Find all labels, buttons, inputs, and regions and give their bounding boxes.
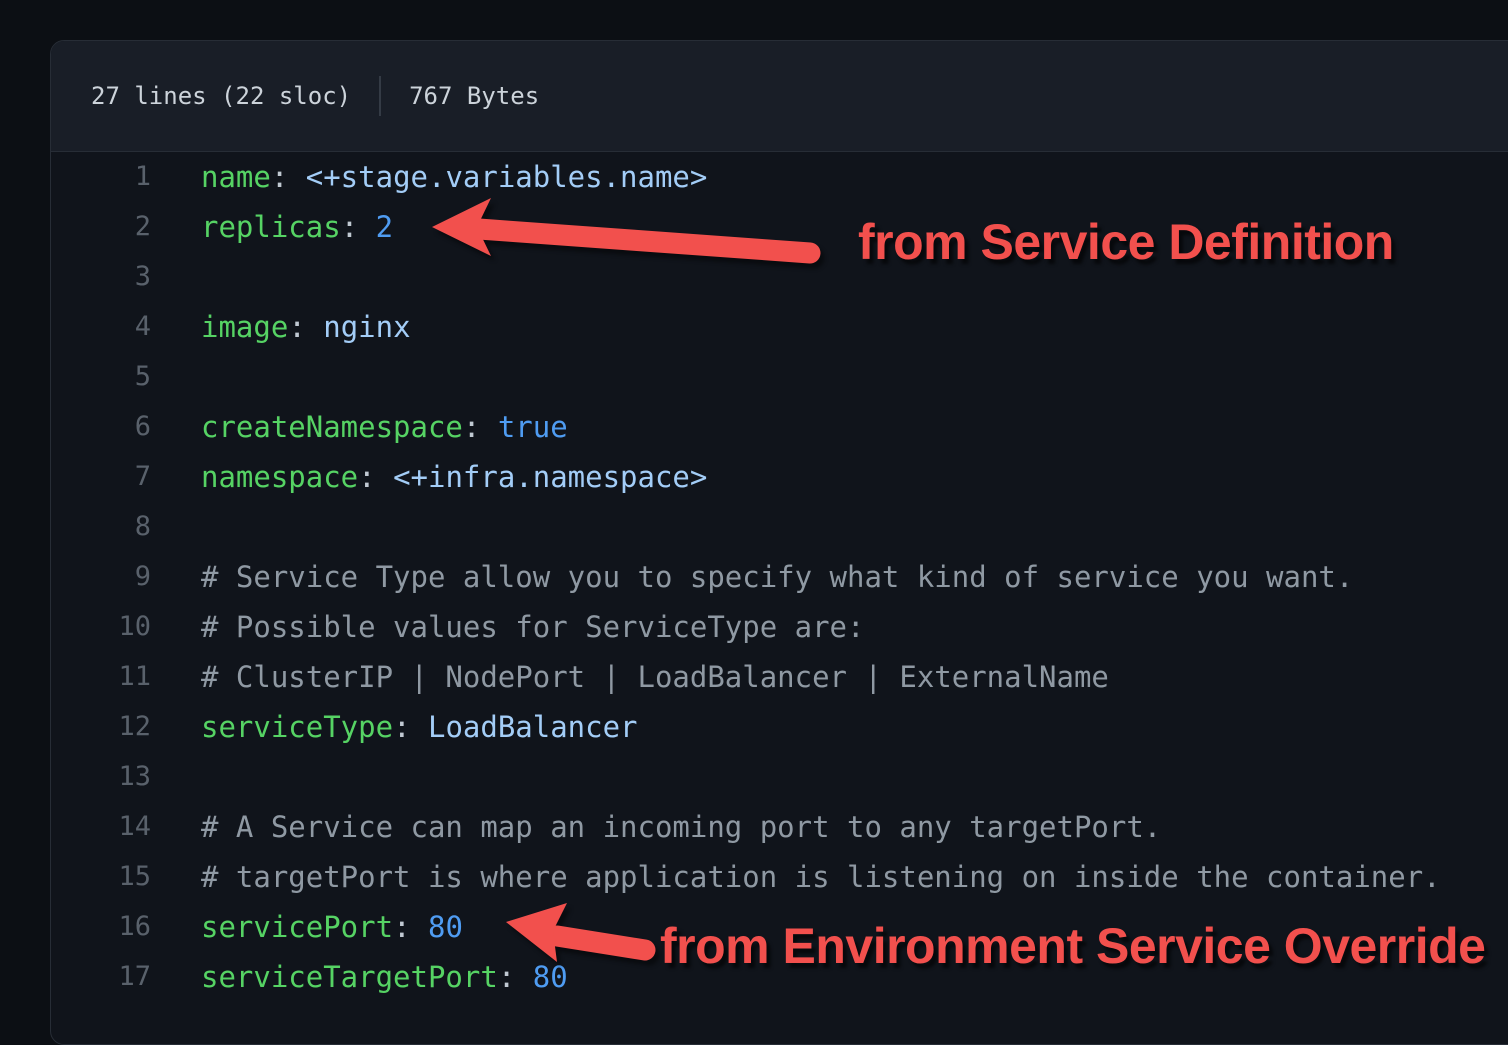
code-token-comment: # Service Type allow you to specify what… [201, 560, 1353, 594]
code-text: replicas: 2 [151, 202, 393, 252]
code-text: image: nginx [151, 302, 411, 352]
file-info-bar: 27 lines (22 sloc) 767 Bytes [51, 41, 1508, 152]
code-token-key: serviceTargetPort [201, 960, 498, 994]
code-token-str: nginx [323, 310, 410, 344]
code-lines: 1name: <+stage.variables.name>2replicas:… [51, 152, 1508, 1002]
line-number[interactable]: 3 [51, 252, 151, 302]
code-token-key: name [201, 160, 271, 194]
code-line: 12serviceType: LoadBalancer [51, 702, 1508, 752]
code-line: 6createNamespace: true [51, 402, 1508, 452]
code-token-key: createNamespace [201, 410, 463, 444]
code-token-key: image [201, 310, 288, 344]
code-token-str: LoadBalancer [428, 710, 638, 744]
header-divider [379, 76, 381, 116]
annotation-arrow-service-definition [425, 192, 835, 277]
line-number[interactable]: 5 [51, 352, 151, 402]
line-number[interactable]: 14 [51, 802, 151, 852]
code-text: # Service Type allow you to specify what… [151, 552, 1353, 602]
annotation-from-service-definition: from Service Definition [858, 213, 1394, 271]
code-token-const: 2 [376, 210, 393, 244]
code-token-punct: : [393, 710, 428, 744]
line-number[interactable]: 9 [51, 552, 151, 602]
line-number[interactable]: 12 [51, 702, 151, 752]
code-token-comment: # ClusterIP | NodePort | LoadBalancer | … [201, 660, 1109, 694]
code-token-key: replicas [201, 210, 341, 244]
line-number[interactable]: 11 [51, 652, 151, 702]
line-number[interactable]: 10 [51, 602, 151, 652]
code-token-key: serviceType [201, 710, 393, 744]
code-line: 10 # Possible values for ServiceType are: [51, 602, 1508, 652]
code-line: 9 # Service Type allow you to specify wha… [51, 552, 1508, 602]
code-token-key: namespace [201, 460, 358, 494]
code-text: # Possible values for ServiceType are: [151, 602, 864, 652]
line-number[interactable]: 13 [51, 752, 151, 802]
file-lines-info: 27 lines (22 sloc) [91, 82, 351, 110]
code-text: servicePort: 80 [151, 902, 463, 952]
code-line: 4image: nginx [51, 302, 1508, 352]
code-text: # A Service can map an incoming port to … [151, 802, 1161, 852]
line-number[interactable]: 4 [51, 302, 151, 352]
code-token-comment: # targetPort is where application is lis… [201, 860, 1441, 894]
code-token-comment: # A Service can map an incoming port to … [201, 810, 1161, 844]
code-line: 14 # A Service can map an incoming port t… [51, 802, 1508, 852]
file-size-info: 767 Bytes [409, 82, 539, 110]
code-line: 8 [51, 502, 1508, 552]
line-number[interactable]: 8 [51, 502, 151, 552]
line-number[interactable]: 1 [51, 152, 151, 202]
code-token-punct: : [288, 310, 323, 344]
code-token-const: true [498, 410, 568, 444]
line-number[interactable]: 16 [51, 902, 151, 952]
line-number[interactable]: 17 [51, 952, 151, 1002]
line-number[interactable]: 15 [51, 852, 151, 902]
annotation-arrow-environment-override [495, 895, 665, 975]
line-number[interactable]: 7 [51, 452, 151, 502]
code-text: namespace: <+infra.namespace> [151, 452, 707, 502]
code-file-panel: 27 lines (22 sloc) 767 Bytes 1 name: <+st… [50, 40, 1508, 1045]
code-line: 15 # targetPort is where application is l… [51, 852, 1508, 902]
code-line: 7namespace: <+infra.namespace> [51, 452, 1508, 502]
code-text: serviceType: LoadBalancer [151, 702, 638, 752]
code-text: # ClusterIP | NodePort | LoadBalancer | … [151, 652, 1109, 702]
line-number[interactable]: 2 [51, 202, 151, 252]
code-token-const: 80 [428, 910, 463, 944]
code-token-key: servicePort [201, 910, 393, 944]
code-token-punct: : [341, 210, 376, 244]
code-token-str: <+infra.namespace> [393, 460, 707, 494]
code-text: # targetPort is where application is lis… [151, 852, 1441, 902]
code-line: 11 # ClusterIP | NodePort | LoadBalancer … [51, 652, 1508, 702]
code-token-punct: : [393, 910, 428, 944]
code-token-comment: # Possible values for ServiceType are: [201, 610, 864, 644]
code-token-punct: : [358, 460, 393, 494]
code-text: createNamespace: true [151, 402, 568, 452]
code-token-punct: : [271, 160, 306, 194]
code-token-str: <+stage.variables.name> [306, 160, 708, 194]
annotation-from-environment-service-override: from Environment Service Override [660, 917, 1485, 975]
code-token-punct: : [463, 410, 498, 444]
code-line: 13 [51, 752, 1508, 802]
line-number[interactable]: 6 [51, 402, 151, 452]
code-line: 5 [51, 352, 1508, 402]
